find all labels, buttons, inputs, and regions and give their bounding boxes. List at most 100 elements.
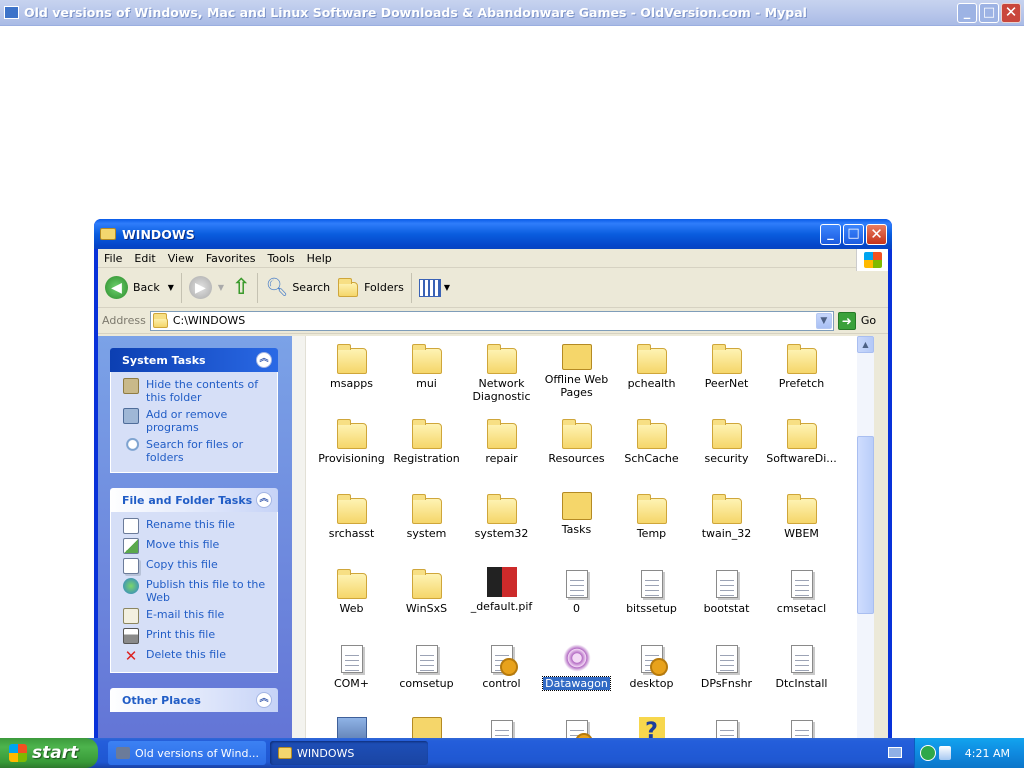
file-item[interactable]: control [464, 638, 539, 690]
file-item[interactable]: COM+ [314, 638, 389, 690]
file-item[interactable]: SoftwareDi... [764, 413, 839, 465]
file-item[interactable]: WBEM [764, 488, 839, 540]
task-email[interactable]: E-mail this file [123, 608, 277, 624]
file-item[interactable] [389, 713, 464, 739]
task-hide-contents[interactable]: Hide the contents of this folder [123, 378, 277, 404]
menu-tools[interactable]: Tools [262, 249, 301, 268]
minimize-button[interactable]: _ [820, 224, 841, 245]
file-item[interactable]: pchealth [614, 338, 689, 390]
file-item[interactable]: WinSxS [389, 563, 464, 615]
back-button[interactable]: ◀ Back ▼ [101, 271, 178, 305]
file-item[interactable]: _default.pif [464, 563, 539, 613]
browser-minimize-button[interactable]: _ [957, 3, 977, 23]
start-button[interactable]: start [0, 738, 98, 768]
system-tasks-header[interactable]: System Tasks ︽ [110, 348, 278, 372]
email-icon [123, 608, 139, 624]
file-item[interactable]: Temp [614, 488, 689, 540]
forward-button[interactable]: ▶ ▼ [185, 271, 228, 305]
file-item[interactable]: bitssetup [614, 563, 689, 615]
forward-dropdown-icon[interactable]: ▼ [218, 283, 224, 292]
address-input[interactable]: C:\WINDOWS ▼ [149, 310, 834, 331]
explorer-title-bar[interactable]: WINDOWS _ □ ✕ [94, 219, 892, 249]
file-item[interactable]: desktop [614, 638, 689, 690]
file-item[interactable] [539, 713, 614, 739]
task-search-files[interactable]: Search for files or folders [123, 438, 277, 464]
file-item[interactable]: SchCache [614, 413, 689, 465]
file-item[interactable]: system [389, 488, 464, 540]
collapse-chevron-icon[interactable]: ︽ [256, 352, 272, 368]
file-item[interactable]: cmsetacl [764, 563, 839, 615]
file-item[interactable] [314, 713, 389, 739]
views-button[interactable]: ▼ [415, 271, 454, 305]
file-item[interactable]: Resources [539, 413, 614, 465]
file-item[interactable]: Prefetch [764, 338, 839, 390]
task-add-remove-programs[interactable]: Add or remove programs [123, 408, 277, 434]
task-copy[interactable]: Copy this file [123, 558, 277, 574]
menu-view[interactable]: View [162, 249, 200, 268]
taskbar-button-browser[interactable]: Old versions of Wind... [108, 741, 266, 765]
clock[interactable]: 4:21 AM [965, 747, 1010, 760]
file-item[interactable]: PeerNet [689, 338, 764, 390]
task-print[interactable]: Print this file [123, 628, 277, 644]
file-item[interactable]: DPsFnshr [689, 638, 764, 690]
file-item[interactable]: system32 [464, 488, 539, 540]
file-item[interactable]: mui [389, 338, 464, 390]
file-item[interactable]: twain_32 [689, 488, 764, 540]
file-item[interactable] [689, 713, 764, 739]
network-icon[interactable] [938, 746, 951, 760]
file-item[interactable]: Network Diagnostic [464, 338, 539, 403]
file-item[interactable]: Offline Web Pages [539, 338, 614, 399]
maximize-button[interactable]: □ [843, 224, 864, 245]
utorrent-icon[interactable] [919, 745, 936, 761]
search-button[interactable]: 🔍︎ Search [261, 271, 334, 305]
globe-icon [123, 578, 139, 594]
file-item[interactable]: DtcInstall [764, 638, 839, 690]
up-button[interactable]: ⇧ [228, 271, 254, 305]
browser-close-button[interactable]: ✕ [1001, 3, 1021, 23]
file-item[interactable]: srchasst [314, 488, 389, 540]
menu-help[interactable]: Help [301, 249, 338, 268]
back-dropdown-icon[interactable]: ▼ [168, 283, 174, 292]
menu-favorites[interactable]: Favorites [200, 249, 262, 268]
task-publish-web[interactable]: Publish this file to the Web [123, 578, 277, 604]
file-item[interactable]: msapps [314, 338, 389, 390]
go-button[interactable]: ➜ Go [837, 311, 876, 330]
file-item[interactable]: comsetup [389, 638, 464, 690]
tasks-folder-icon [561, 492, 592, 520]
scroll-up-button[interactable]: ▲ [857, 336, 874, 353]
file-item[interactable]: repair [464, 413, 539, 465]
keyboard-icon[interactable] [888, 747, 902, 758]
file-item[interactable]: Web [314, 563, 389, 615]
task-rename[interactable]: Rename this file [123, 518, 277, 534]
other-places-header[interactable]: Other Places ︽ [110, 688, 278, 712]
file-item[interactable]: ? [614, 713, 689, 739]
file-item[interactable] [464, 713, 539, 739]
file-item[interactable]: Datawagon [539, 638, 614, 691]
file-item[interactable]: bootstat [689, 563, 764, 615]
file-item[interactable]: Tasks [539, 488, 614, 536]
menu-edit[interactable]: Edit [128, 249, 161, 268]
task-delete[interactable]: ✕ Delete this file [123, 648, 277, 664]
collapse-chevron-icon[interactable]: ︽ [256, 692, 272, 708]
file-item[interactable]: 0 [539, 563, 614, 615]
taskbar-button-windows[interactable]: WINDOWS [270, 741, 428, 765]
taskbar: start Old versions of Wind... WINDOWS 4:… [0, 738, 1024, 768]
task-move[interactable]: Move this file [123, 538, 277, 554]
address-dropdown-icon[interactable]: ▼ [815, 312, 832, 329]
file-item-label: cmsetacl [776, 602, 827, 615]
file-item[interactable] [764, 713, 839, 739]
browser-maximize-button[interactable]: □ [979, 3, 999, 23]
file-folder-tasks-header[interactable]: File and Folder Tasks ︽ [110, 488, 278, 512]
printer-icon [123, 628, 139, 644]
folder-icon [711, 494, 742, 524]
close-button[interactable]: ✕ [866, 224, 887, 245]
file-item[interactable]: security [689, 413, 764, 465]
menu-file[interactable]: File [98, 249, 128, 268]
vertical-scrollbar[interactable]: ▲ [857, 336, 874, 739]
pane-splitter[interactable] [292, 336, 306, 739]
file-item[interactable]: Provisioning [314, 413, 389, 465]
collapse-chevron-icon[interactable]: ︽ [256, 492, 272, 508]
scroll-thumb[interactable] [857, 436, 874, 614]
file-item[interactable]: Registration [389, 413, 464, 465]
folders-button[interactable]: Folders [334, 271, 408, 305]
